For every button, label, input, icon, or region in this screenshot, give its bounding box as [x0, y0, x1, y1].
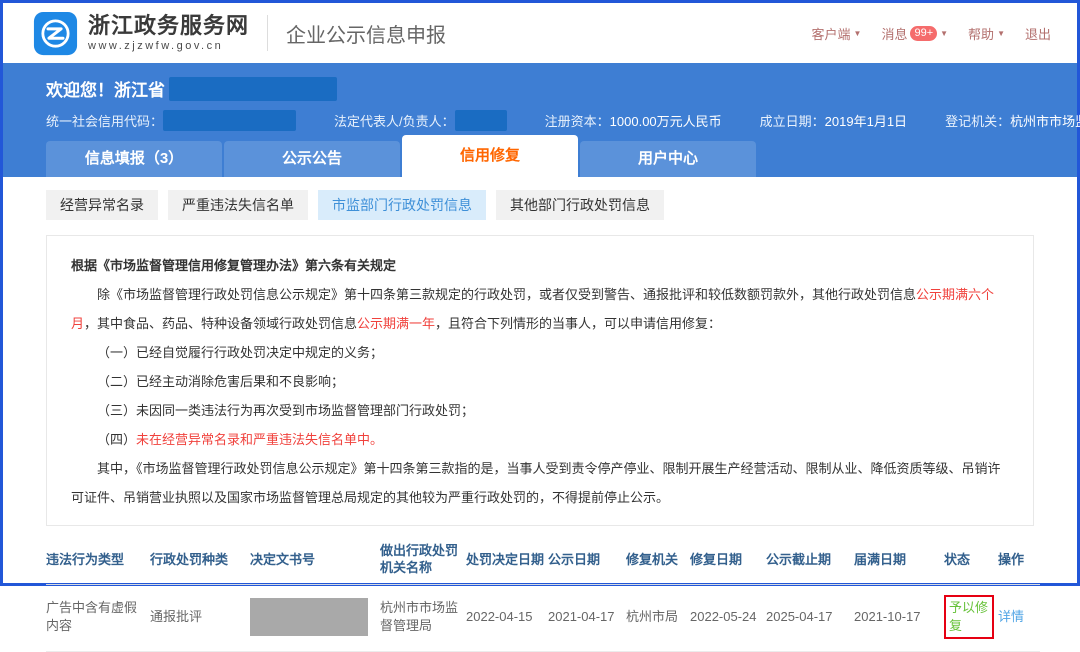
menu-help[interactable]: 帮助 ▼ [968, 24, 1005, 43]
company-info-row: 统一社会信用代码： 法定代表人/负责人： 注册资本： 1000.00万元人民币 … [46, 110, 1037, 131]
company-name-redacted [169, 77, 337, 101]
penalty-table: 违法行为类型 行政处罚种类 决定文书号 做出行政处罚机关名称 处罚决定日期 公示… [46, 536, 1040, 652]
field-founded-date: 成立日期： 2019年1月1日 [760, 111, 907, 130]
subtab-market-penalty-info[interactable]: 市监部门行政处罚信息 [318, 190, 486, 220]
main-tab-bar: 信息填报（3） 公示公告 信用修复 用户中心 [46, 135, 758, 177]
chevron-down-icon: ▼ [997, 29, 1005, 38]
col-document-no: 决定文书号 [250, 536, 380, 585]
cell-penalty-type: 通报批评 [150, 585, 250, 652]
cell-violation-type: 广告中含有虚假内容 [46, 585, 150, 652]
tab-user-center[interactable]: 用户中心 [580, 141, 756, 177]
regulation-notice-box: 根据《市场监督管理信用修复管理办法》第六条有关规定 除《市场监督管理行政处罚信息… [46, 235, 1034, 526]
col-expiry-date: 届满日期 [854, 536, 944, 585]
cell-publicity-date: 2021-04-17 [548, 585, 626, 652]
status-badge: 予以修复 [949, 600, 988, 633]
notice-paragraph-1: 除《市场监督管理行政处罚信息公示规定》第十四条第三款规定的行政处罚，或者仅受到警… [71, 280, 1009, 338]
top-header: 浙江政务服务网 www.zjzwfw.gov.cn 企业公示信息申报 客户端 ▼… [3, 3, 1077, 63]
field-registered-capital: 注册资本： 1000.00万元人民币 [545, 111, 722, 130]
subtab-serious-violation-list[interactable]: 严重违法失信名单 [168, 190, 308, 220]
notice-item-2: （二）已经主动消除危害后果和不良影响； [71, 367, 1009, 396]
tab-credit-repair[interactable]: 信用修复 [402, 135, 578, 177]
col-status: 状态 [944, 536, 998, 585]
subtab-abnormal-list[interactable]: 经营异常名录 [46, 190, 158, 220]
document-no-redacted [250, 598, 368, 636]
sub-tab-bar: 经营异常名录 严重违法失信名单 市监部门行政处罚信息 其他部门行政处罚信息 [3, 177, 1077, 220]
field-legal-person: 法定代表人/负责人： [334, 110, 507, 131]
cell-repair-authority: 杭州市局 [626, 585, 690, 652]
welcome-line: 欢迎您！浙江省 [46, 76, 1037, 101]
notice-item-3: （三）未因同一类违法行为再次受到市场监督管理部门行政处罚； [71, 396, 1009, 425]
menu-logout[interactable]: 退出 [1025, 24, 1051, 43]
brand-url: www.zjzwfw.gov.cn [88, 40, 249, 52]
col-decision-date: 处罚决定日期 [466, 536, 548, 585]
col-violation-type: 违法行为类型 [46, 536, 150, 585]
penalty-table-wrap: 违法行为类型 行政处罚种类 决定文书号 做出行政处罚机关名称 处罚决定日期 公示… [46, 536, 1034, 652]
cell-action: 详情 [998, 585, 1040, 652]
col-repair-date: 修复日期 [690, 536, 766, 585]
cell-repair-date: 2022-05-24 [690, 585, 766, 652]
col-repair-authority: 修复机关 [626, 536, 690, 585]
page-title: 企业公示信息申报 [286, 19, 446, 48]
notice-paragraph-2: 其中，《市场监督管理行政处罚信息公示规定》第十四条第三款指的是，当事人受到责令停… [71, 454, 1009, 512]
chevron-down-icon: ▼ [854, 29, 862, 38]
site-logo-icon [33, 11, 78, 56]
brand-block: 浙江政务服务网 www.zjzwfw.gov.cn [88, 14, 249, 52]
cell-decision-date: 2022-04-15 [466, 585, 548, 652]
cell-expiry-date: 2021-10-17 [854, 585, 944, 652]
notice-item-1: （一）已经自觉履行行政处罚决定中规定的义务； [71, 338, 1009, 367]
menu-messages[interactable]: 消息 99+ ▼ [881, 24, 948, 43]
cell-publicity-end: 2025-04-17 [766, 585, 854, 652]
notice-heading: 根据《市场监督管理信用修复管理办法》第六条有关规定 [71, 251, 1009, 280]
credit-code-redacted [163, 110, 296, 131]
field-registrar: 登记机关： 杭州市市场监管局 [945, 111, 1080, 130]
cell-status: 予以修复 [944, 585, 998, 652]
red-highlight-item-4: 未在经营异常名录和严重违法失信名单中。 [136, 432, 383, 447]
tab-info-filing[interactable]: 信息填报（3） [46, 141, 222, 177]
field-credit-code: 统一社会信用代码： [46, 110, 296, 131]
col-penalty-type: 行政处罚种类 [150, 536, 250, 585]
col-publicity-date: 公示日期 [548, 536, 626, 585]
col-authority: 做出行政处罚机关名称 [380, 536, 466, 585]
table-row: 广告中含有虚假内容 通报批评 杭州市市场监督管理局 2022-04-15 202… [46, 585, 1040, 652]
status-highlight-annotation: 予以修复 [944, 595, 994, 639]
chevron-down-icon: ▼ [940, 29, 948, 38]
col-publicity-end: 公示截止期 [766, 536, 854, 585]
company-banner: 欢迎您！浙江省 统一社会信用代码： 法定代表人/负责人： 注册资本： 1000.… [3, 63, 1077, 177]
table-header-row: 违法行为类型 行政处罚种类 决定文书号 做出行政处罚机关名称 处罚决定日期 公示… [46, 536, 1040, 585]
red-highlight-one-year: 公示期满一年 [357, 316, 435, 331]
legal-person-redacted [455, 110, 507, 131]
detail-link[interactable]: 详情 [998, 609, 1024, 624]
cell-document-no [250, 585, 380, 652]
message-count-badge: 99+ [910, 26, 937, 41]
notice-item-4: （四）未在经营异常名录和严重违法失信名单中。 [71, 425, 1009, 454]
cell-authority: 杭州市市场监督管理局 [380, 585, 466, 652]
top-menu: 客户端 ▼ 消息 99+ ▼ 帮助 ▼ 退出 [812, 24, 1052, 43]
tab-public-notice[interactable]: 公示公告 [224, 141, 400, 177]
col-action: 操作 [998, 536, 1040, 585]
header-divider [267, 15, 268, 51]
menu-client[interactable]: 客户端 ▼ [812, 24, 862, 43]
subtab-other-penalty-info[interactable]: 其他部门行政处罚信息 [496, 190, 664, 220]
brand-title: 浙江政务服务网 [88, 14, 249, 38]
